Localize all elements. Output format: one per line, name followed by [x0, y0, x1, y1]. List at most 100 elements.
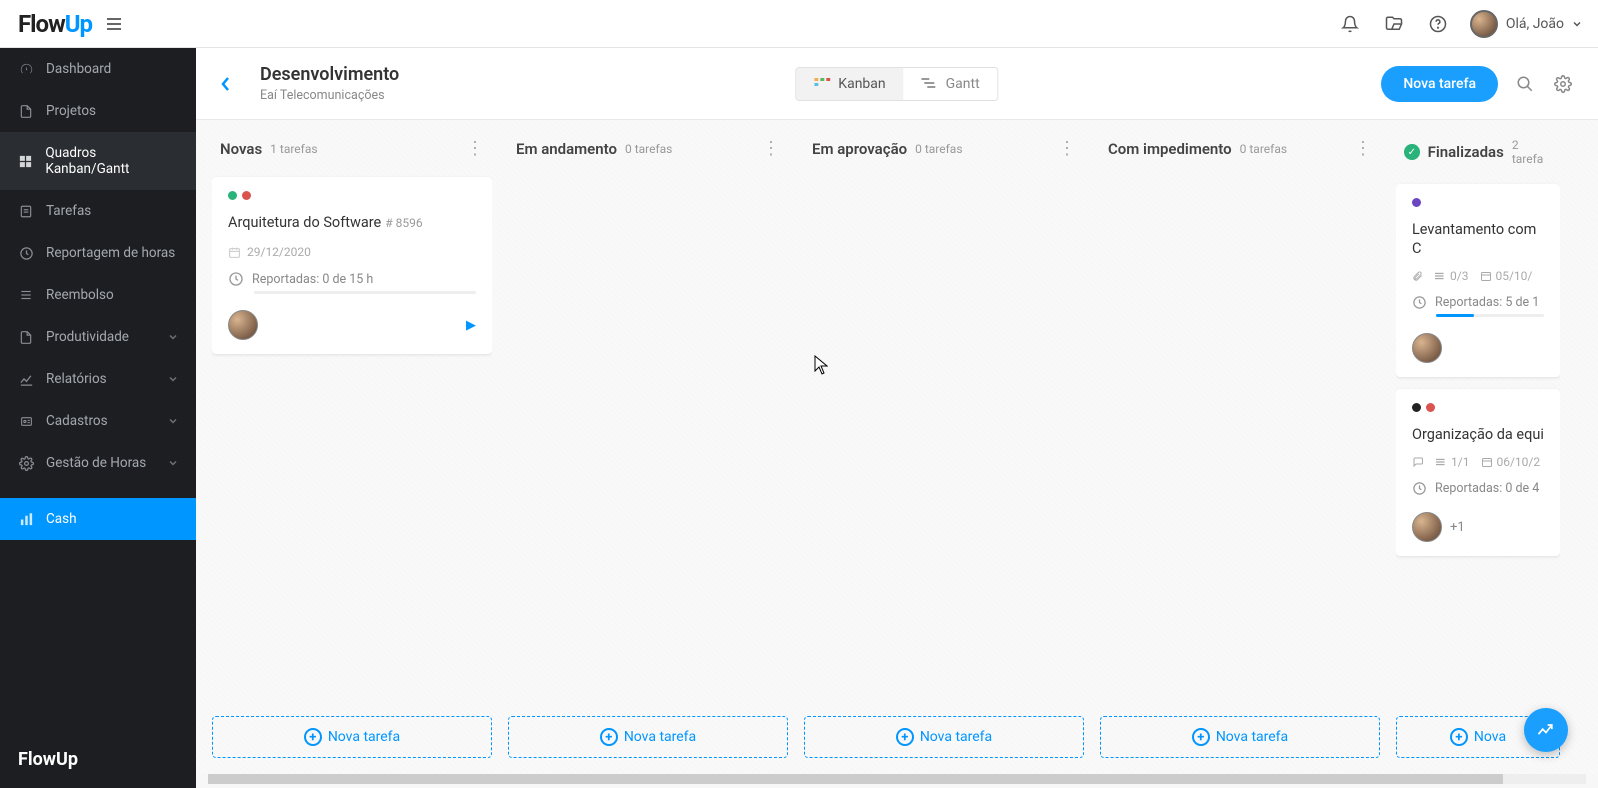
task-card[interactable]: Arquitetura do Software # 8596 29/12/202…: [212, 177, 492, 354]
play-icon[interactable]: ▶: [466, 318, 476, 333]
sidebar: Dashboard Projetos Quadros Kanban/Gantt …: [0, 0, 196, 788]
column-title: Finalizadas: [1428, 143, 1504, 161]
page-header: Desenvolvimento Eaí Telecomunicações Kan…: [196, 48, 1598, 120]
board-icon: [18, 153, 33, 169]
sidebar-item-relatorios[interactable]: Relatórios: [0, 358, 196, 400]
column-novas: Novas 1 tarefas ⋮ Arquitetura do Softwar…: [204, 120, 500, 774]
sidebar-item-cash[interactable]: Cash: [0, 498, 196, 540]
card-id: # 8596: [385, 216, 422, 230]
sidebar-item-tarefas[interactable]: Tarefas: [0, 190, 196, 232]
column-count: 0 tarefas: [625, 142, 672, 156]
search-icon[interactable]: [1514, 73, 1536, 95]
view-gantt-button[interactable]: Gantt: [904, 68, 998, 100]
help-icon[interactable]: [1426, 12, 1450, 36]
bell-icon[interactable]: [1338, 12, 1362, 36]
add-task-label: Nova tarefa: [624, 729, 696, 745]
chevron-down-icon: [1572, 19, 1582, 29]
new-task-button[interactable]: Nova tarefa: [1381, 66, 1498, 102]
plus-icon: +: [304, 728, 322, 746]
sidebar-item-dashboard[interactable]: Dashboard: [0, 48, 196, 90]
add-task-button[interactable]: + Nova tarefa: [212, 716, 492, 758]
kanban-icon: [814, 77, 830, 91]
chevron-down-icon: [168, 458, 178, 468]
check-icon: ✓: [1404, 144, 1420, 160]
sidebar-item-quadros[interactable]: Quadros Kanban/Gantt: [0, 132, 196, 190]
card-hours: Reportadas: 5 de 1: [1435, 295, 1539, 310]
gear-icon: [18, 455, 34, 471]
column-menu-icon[interactable]: ⋮: [1058, 138, 1076, 159]
sidebar-item-label: Projetos: [46, 103, 96, 119]
card-hours: Reportadas: 0 de 15 h: [252, 272, 373, 287]
column-count: 2 tarefa: [1512, 138, 1552, 166]
add-task-button[interactable]: + Nova tarefa: [804, 716, 1084, 758]
gear-icon[interactable]: [1552, 73, 1574, 95]
card-labels: [1412, 403, 1544, 412]
clock-icon: [1412, 481, 1427, 496]
logo-footer: FlowUp: [18, 749, 78, 770]
sidebar-item-cadastros[interactable]: Cadastros: [0, 400, 196, 442]
doc-icon: [18, 103, 34, 119]
assignee-avatar: [1412, 512, 1442, 542]
checklist-icon: 1/1: [1436, 455, 1469, 469]
view-kanban-label: Kanban: [838, 76, 885, 92]
back-button[interactable]: [220, 71, 242, 97]
gantt-icon: [922, 78, 938, 90]
card-title: Levantamento com C: [1412, 221, 1536, 257]
progress-bar: [254, 291, 476, 294]
card-icon: [18, 413, 34, 429]
column-finalizadas: ✓ Finalizadas 2 tarefa Levantamento com …: [1388, 120, 1568, 774]
column-em-aprovacao: Em aprovação 0 tarefas ⋮ + Nova tarefa: [796, 120, 1092, 774]
label-dot: [1426, 403, 1435, 412]
task-card[interactable]: Organização da equi 1/1 06/10/2 Reportad…: [1396, 389, 1560, 556]
fab-chart-button[interactable]: [1524, 708, 1568, 752]
plus-icon: +: [1450, 728, 1468, 746]
calendar-icon: [228, 246, 241, 259]
logo: FlowUp: [18, 10, 92, 38]
greeting-text: Olá, João: [1506, 16, 1564, 32]
topbar: FlowUp Olá, João: [0, 0, 1598, 48]
progress-bar: [1436, 314, 1544, 317]
clock-icon: [1412, 295, 1427, 310]
horizontal-scrollbar[interactable]: [208, 774, 1586, 784]
view-toggle: Kanban Gantt: [795, 67, 998, 101]
sidebar-item-label: Cash: [46, 511, 77, 527]
sidebar-item-label: Produtividade: [46, 329, 129, 345]
folder-icon[interactable]: [1382, 12, 1406, 36]
sidebar-item-gestao[interactable]: Gestão de Horas: [0, 442, 196, 484]
card-labels: [228, 191, 476, 200]
card-title: Arquitetura do Software: [228, 214, 381, 231]
column-count: 0 tarefas: [915, 142, 962, 156]
clock-icon: [228, 271, 244, 287]
sidebar-item-reembolso[interactable]: Reembolso: [0, 274, 196, 316]
column-menu-icon[interactable]: ⋮: [466, 138, 484, 159]
hamburger-icon[interactable]: [106, 17, 122, 31]
sidebar-item-reportagem[interactable]: Reportagem de horas: [0, 232, 196, 274]
chevron-down-icon: [168, 374, 178, 384]
column-count: 0 tarefas: [1240, 142, 1287, 156]
gauge-icon: [18, 61, 34, 77]
view-kanban-button[interactable]: Kanban: [796, 68, 903, 100]
sidebar-item-label: Cadastros: [46, 413, 108, 429]
logo-part1: Flow: [18, 10, 65, 38]
bars-icon: [18, 511, 34, 527]
sidebar-item-projetos[interactable]: Projetos: [0, 90, 196, 132]
card-title: Organização da equi: [1412, 426, 1544, 443]
plus-icon: +: [1192, 728, 1210, 746]
column-menu-icon[interactable]: ⋮: [762, 138, 780, 159]
chevron-down-icon: [168, 332, 178, 342]
task-card[interactable]: Levantamento com C 0/3 05/10/ Reportadas…: [1396, 184, 1560, 377]
add-task-button[interactable]: + Nova tarefa: [1100, 716, 1380, 758]
column-em-andamento: Em andamento 0 tarefas ⋮ + Nova tarefa: [500, 120, 796, 774]
add-task-button[interactable]: + Nova tarefa: [508, 716, 788, 758]
label-dot: [1412, 403, 1421, 412]
add-task-label: Nova tarefa: [920, 729, 992, 745]
user-menu[interactable]: Olá, João: [1470, 10, 1582, 38]
sidebar-item-label: Reportagem de horas: [46, 245, 175, 261]
kanban-board: Novas 1 tarefas ⋮ Arquitetura do Softwar…: [196, 120, 1598, 774]
add-task-label: Nova: [1474, 729, 1506, 745]
column-menu-icon[interactable]: ⋮: [1354, 138, 1372, 159]
assignee-avatar: [228, 310, 258, 340]
task-icon: [18, 203, 34, 219]
sidebar-item-produtividade[interactable]: Produtividade: [0, 316, 196, 358]
page-title: Desenvolvimento: [260, 64, 399, 85]
